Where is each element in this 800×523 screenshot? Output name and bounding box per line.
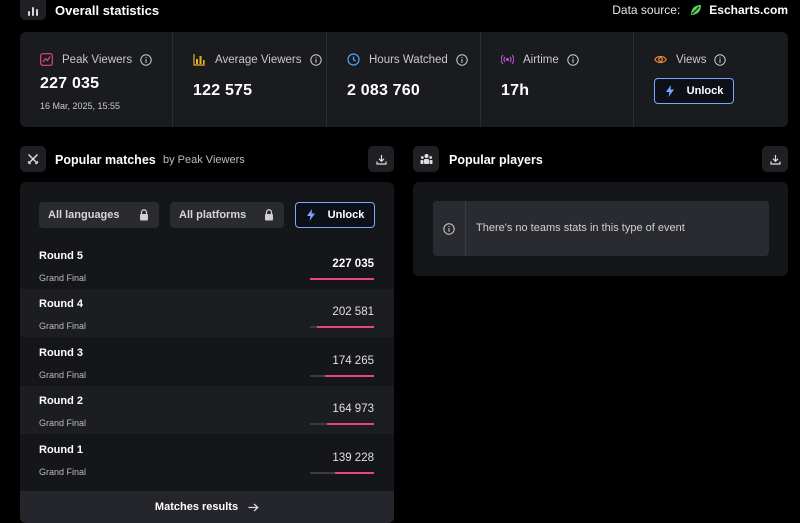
match-stage: Grand Final <box>39 321 87 331</box>
match-stage: Grand Final <box>39 418 87 428</box>
download-icon <box>375 154 387 165</box>
match-row[interactable]: Round 2 Grand Final 164 973 <box>20 386 394 434</box>
empty-notice: There's no teams stats in this type of e… <box>433 201 769 256</box>
popular-players-title: Popular players <box>449 153 543 167</box>
bar-chart-icon <box>20 0 46 20</box>
crossed-swords-icon <box>20 146 46 172</box>
popular-matches-title: Popular matches <box>55 153 156 167</box>
stat-value: 2 083 760 <box>347 82 420 99</box>
match-bar-fill <box>327 423 374 425</box>
unlock-filters-button[interactable]: Unlock <box>295 202 375 228</box>
match-peak-viewers: 174 265 <box>332 355 374 367</box>
arrow-right-icon <box>248 503 259 511</box>
stats-panel: Peak Viewers 227 035 16 Mar, 2025, 15:55… <box>20 32 788 127</box>
info-icon[interactable] <box>309 53 322 66</box>
matches-results-button[interactable]: Matches results <box>20 491 394 523</box>
stat-label: Hours Watched <box>369 53 448 66</box>
data-source-label: Data source: <box>612 3 681 17</box>
lock-icon <box>265 209 273 221</box>
stat-average-viewers: Average Viewers 122 575 <box>173 32 327 127</box>
match-bar-fill <box>324 375 374 377</box>
stat-views: Views Unlock <box>634 32 788 127</box>
escharts-logo-icon <box>691 5 702 15</box>
popular-players-panel: There's no teams stats in this type of e… <box>413 182 788 276</box>
match-bar-fill <box>334 472 374 474</box>
lock-icon <box>140 209 148 221</box>
download-players-button[interactable] <box>762 146 788 172</box>
unlock-views-button[interactable]: Unlock <box>654 78 734 104</box>
stat-label: Views <box>676 53 707 66</box>
stat-peak-time: 16 Mar, 2025, 15:55 <box>40 101 121 111</box>
players-icon <box>413 146 439 172</box>
eye-icon <box>654 55 667 64</box>
stat-value: 122 575 <box>193 82 253 99</box>
match-bar-track <box>310 278 374 280</box>
match-stage: Grand Final <box>39 467 87 477</box>
match-bar-track <box>310 472 374 474</box>
language-filter[interactable]: All languages <box>39 202 159 228</box>
stat-value: 227 035 <box>40 75 100 92</box>
top-bar: Overall statistics Data source: Escharts… <box>0 0 800 22</box>
match-row[interactable]: Round 4 Grand Final 202 581 <box>20 289 394 337</box>
match-bar-fill <box>310 278 374 280</box>
empty-notice-text: There's no teams stats in this type of e… <box>476 222 685 234</box>
match-stage: Grand Final <box>39 273 87 283</box>
match-round: Round 1 <box>39 444 83 456</box>
clock-icon <box>347 53 360 66</box>
page-title: Overall statistics <box>55 3 160 18</box>
stat-label: Average Viewers <box>215 53 302 66</box>
stat-label: Airtime <box>523 53 559 66</box>
download-icon <box>769 154 781 165</box>
broadcast-icon <box>501 54 514 65</box>
chart-line-icon <box>40 53 53 66</box>
stat-value: 17h <box>501 82 530 99</box>
match-stage: Grand Final <box>39 370 87 380</box>
download-matches-button[interactable] <box>368 146 394 172</box>
match-bar-track <box>310 326 374 328</box>
chart-bar-icon <box>193 54 205 66</box>
match-bar-track <box>310 375 374 377</box>
match-peak-viewers: 164 973 <box>332 403 374 415</box>
info-icon[interactable] <box>567 53 579 66</box>
stat-peak-viewers: Peak Viewers 227 035 16 Mar, 2025, 15:55 <box>20 32 173 127</box>
match-round: Round 5 <box>39 250 83 262</box>
stat-hours-watched: Hours Watched 2 083 760 <box>327 32 481 127</box>
lightning-icon <box>665 85 674 97</box>
match-round: Round 4 <box>39 298 83 310</box>
info-icon[interactable] <box>140 53 152 66</box>
platform-filter[interactable]: All platforms <box>170 202 284 228</box>
popular-matches-subtitle: by Peak Viewers <box>163 154 245 166</box>
stat-airtime: Airtime 17h <box>481 32 634 127</box>
data-source: Data source: Escharts.com <box>612 3 788 17</box>
data-source-link[interactable]: Escharts.com <box>709 3 788 17</box>
stat-label: Peak Viewers <box>62 53 133 66</box>
match-round: Round 3 <box>39 347 83 359</box>
match-row[interactable]: Round 3 Grand Final 174 265 <box>20 338 394 386</box>
match-row[interactable]: Round 5 Grand Final 227 035 <box>20 241 394 289</box>
popular-matches-panel: All languages All platforms Unlock Round… <box>20 182 394 523</box>
match-row[interactable]: Round 1 Grand Final 139 228 <box>20 435 394 483</box>
unlock-label: Unlock <box>327 209 365 221</box>
info-icon[interactable] <box>456 53 468 66</box>
filter-label: All platforms <box>179 209 247 221</box>
match-round: Round 2 <box>39 395 83 407</box>
filter-label: All languages <box>48 209 120 221</box>
info-icon[interactable] <box>714 53 727 66</box>
match-peak-viewers: 202 581 <box>332 306 374 318</box>
match-peak-viewers: 227 035 <box>332 258 374 270</box>
match-bar-fill <box>316 326 374 328</box>
match-peak-viewers: 139 228 <box>332 452 374 464</box>
info-icon <box>443 222 455 235</box>
matches-results-label: Matches results <box>154 501 239 513</box>
lightning-icon <box>306 209 315 221</box>
unlock-label: Unlock <box>686 85 724 97</box>
match-bar-track <box>310 423 374 425</box>
